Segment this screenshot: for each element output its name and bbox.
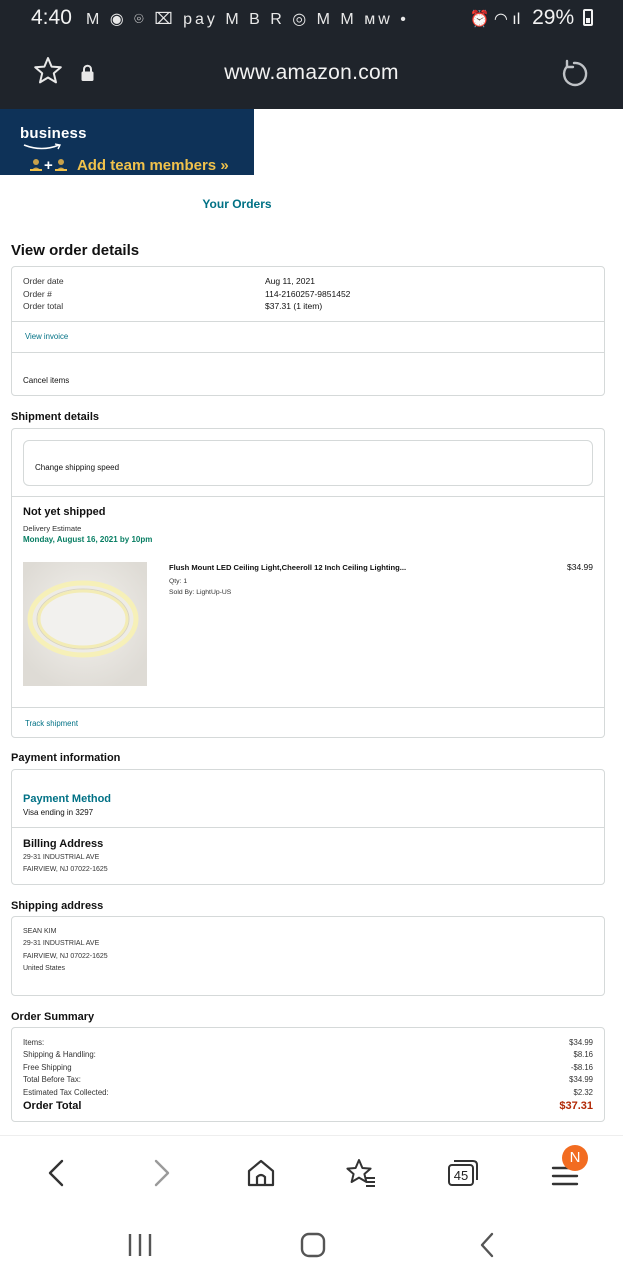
battery-icon bbox=[583, 9, 593, 26]
billing-address-title: Billing Address bbox=[23, 838, 104, 850]
home-button-icon[interactable] bbox=[299, 1231, 327, 1259]
order-total-value: $37.31 (1 item) bbox=[265, 301, 323, 311]
shipping-address-card: SEAN KIM 29-31 INDUSTRIAL AVE FAIRVIEW, … bbox=[11, 916, 605, 996]
summary-row: Items: $34.99 bbox=[23, 1037, 593, 1049]
divider bbox=[12, 827, 604, 828]
order-labels: Order date Order # Order total bbox=[23, 275, 64, 313]
order-summary-card: Items: $34.99 Shipping & Handling: $8.16 F… bbox=[11, 1027, 605, 1122]
divider bbox=[12, 707, 604, 708]
billing-line-2: FAIRVIEW, NJ 07022-1625 bbox=[23, 866, 108, 873]
track-shipment-link[interactable]: Track shipment bbox=[25, 718, 78, 730]
product-qty: Qty: 1 bbox=[169, 578, 188, 585]
status-time: 4:40 bbox=[31, 6, 72, 29]
order-date-value: Aug 11, 2021 bbox=[265, 276, 315, 286]
summary-label: Free Shipping bbox=[23, 1062, 72, 1072]
summary-value: $2.32 bbox=[573, 1087, 593, 1097]
ship-line-2: FAIRVIEW, NJ 07022-1625 bbox=[23, 952, 108, 960]
billing-line-1: 29-31 INDUSTRIAL AVE bbox=[23, 854, 100, 861]
alarm-wifi-signal-icons: ⏰ ◠ ıl bbox=[469, 11, 521, 28]
browser-bottom-nav: 45 bbox=[0, 1135, 623, 1207]
back-icon[interactable] bbox=[40, 1156, 74, 1190]
person-icon bbox=[30, 159, 42, 171]
product-price: $34.99 bbox=[567, 562, 593, 572]
order-summary-heading: Order Summary bbox=[11, 1011, 95, 1023]
order-info-card: Order date Order # Order total Aug 11, 2… bbox=[11, 266, 605, 396]
url-text[interactable]: www.amazon.com bbox=[0, 61, 623, 85]
delivery-estimate-date: Monday, August 16, 2021 by 10pm bbox=[23, 535, 153, 544]
summary-row: Estimated Tax Collected: $2.32 bbox=[23, 1087, 593, 1099]
shipment-heading: Shipment details bbox=[11, 411, 100, 423]
change-shipping-speed-label: Change shipping speed bbox=[35, 463, 120, 472]
system-nav-bar bbox=[0, 1207, 623, 1280]
product-title-link[interactable]: Flush Mount LED Ceiling Light,Cheeroll 1… bbox=[169, 563, 406, 572]
shipping-address: SEAN KIM 29-31 INDUSTRIAL AVE FAIRVIEW, … bbox=[23, 926, 108, 976]
your-orders-link[interactable]: Your Orders bbox=[0, 197, 474, 211]
ship-line-1: 29-31 INDUSTRIAL AVE bbox=[23, 940, 100, 948]
summary-label: Shipping & Handling: bbox=[23, 1050, 96, 1060]
summary-label: Estimated Tax Collected: bbox=[23, 1087, 109, 1097]
payment-method-title[interactable]: Payment Method bbox=[23, 793, 111, 805]
menu-notification-badge: N bbox=[562, 1145, 588, 1171]
bookmarks-icon[interactable] bbox=[344, 1156, 378, 1190]
summary-row: Shipping & Handling: $8.16 bbox=[23, 1049, 593, 1061]
order-total-value: $37.31 bbox=[559, 1100, 593, 1113]
summary-value: -$8.16 bbox=[570, 1062, 593, 1072]
order-total-label: Order total bbox=[23, 301, 64, 311]
browser-url-bar: www.amazon.com bbox=[0, 40, 623, 109]
home-icon[interactable] bbox=[244, 1156, 278, 1190]
product-image[interactable] bbox=[23, 562, 147, 686]
battery-percent: 29% bbox=[532, 6, 575, 29]
person-icon bbox=[54, 159, 67, 171]
system-back-icon[interactable] bbox=[474, 1231, 502, 1259]
divider bbox=[12, 496, 604, 497]
page-title: View order details bbox=[11, 242, 140, 259]
ceiling-light-image bbox=[23, 562, 147, 686]
ship-country: United States bbox=[23, 965, 66, 973]
summary-value: $34.99 bbox=[569, 1075, 593, 1085]
tabs-button[interactable]: 45 bbox=[447, 1158, 479, 1188]
reload-icon[interactable] bbox=[558, 58, 590, 90]
status-right: ⏰ ◠ ıl 29% bbox=[469, 6, 593, 30]
product-seller: Sold By: LightUp-US bbox=[169, 589, 232, 596]
order-number-label: Order # bbox=[23, 288, 52, 299]
delivery-estimate-label: Delivery Estimate bbox=[23, 524, 82, 533]
forward-icon[interactable] bbox=[144, 1156, 178, 1190]
summary-row: Total Before Tax: $34.99 bbox=[23, 1074, 593, 1086]
summary-label: Total Before Tax: bbox=[23, 1075, 81, 1085]
summary-table: Items: $34.99 Shipping & Handling: $8.16 F… bbox=[23, 1037, 593, 1114]
summary-row: Free Shipping -$8.16 bbox=[23, 1062, 593, 1074]
add-team-members-link[interactable]: + Add team members » bbox=[30, 157, 229, 174]
tabs-count: 45 bbox=[453, 1168, 469, 1183]
order-number-value: 114-2160257-9851452 bbox=[265, 288, 351, 299]
shipment-card: Change shipping speed Not yet shipped De… bbox=[11, 428, 605, 738]
shipment-status: Not yet shipped bbox=[23, 506, 106, 518]
payment-heading: Payment information bbox=[11, 752, 121, 764]
order-total-label: Order Total bbox=[23, 1100, 82, 1113]
order-date-label: Order date bbox=[23, 276, 64, 286]
ship-name: SEAN KIM bbox=[23, 928, 57, 935]
summary-value: $34.99 bbox=[569, 1038, 593, 1047]
change-shipping-speed-button[interactable]: Change shipping speed bbox=[23, 440, 593, 486]
add-team-members-label: Add team members » bbox=[76, 157, 229, 174]
view-invoice-link[interactable]: View invoice bbox=[25, 331, 68, 343]
payment-card: Payment Method Visa ending in 3297 Billi… bbox=[11, 769, 605, 885]
status-bar: 4:40 M ◉ ⌾ ⌧ pay M B R ◎ M M ᴍᴡ • ⏰ ◠ ıl… bbox=[0, 0, 623, 40]
order-total-row: Order Total $37.31 bbox=[23, 1099, 593, 1114]
shipping-address-heading: Shipping address bbox=[11, 900, 104, 912]
payment-method-value: Visa ending in 3297 bbox=[23, 808, 94, 817]
divider bbox=[12, 321, 604, 322]
order-values: Aug 11, 2021 114-2160257-9851452 $37.31 … bbox=[265, 275, 350, 313]
cancel-items-button[interactable]: Cancel items bbox=[23, 375, 69, 387]
recent-apps-icon[interactable] bbox=[126, 1231, 154, 1259]
divider bbox=[12, 352, 604, 353]
notification-icons: M ◉ ⌾ ⌧ pay M B R ◎ M M ᴍᴡ • bbox=[86, 11, 409, 28]
business-logo-text: business bbox=[20, 125, 87, 142]
business-banner[interactable]: business + Add team members » bbox=[0, 109, 254, 175]
amazon-smile-icon bbox=[23, 143, 62, 150]
billing-address: 29-31 INDUSTRIAL AVE FAIRVIEW, NJ 07022-… bbox=[23, 852, 108, 876]
summary-value: $8.16 bbox=[573, 1050, 593, 1060]
summary-label: Items: bbox=[23, 1038, 45, 1047]
